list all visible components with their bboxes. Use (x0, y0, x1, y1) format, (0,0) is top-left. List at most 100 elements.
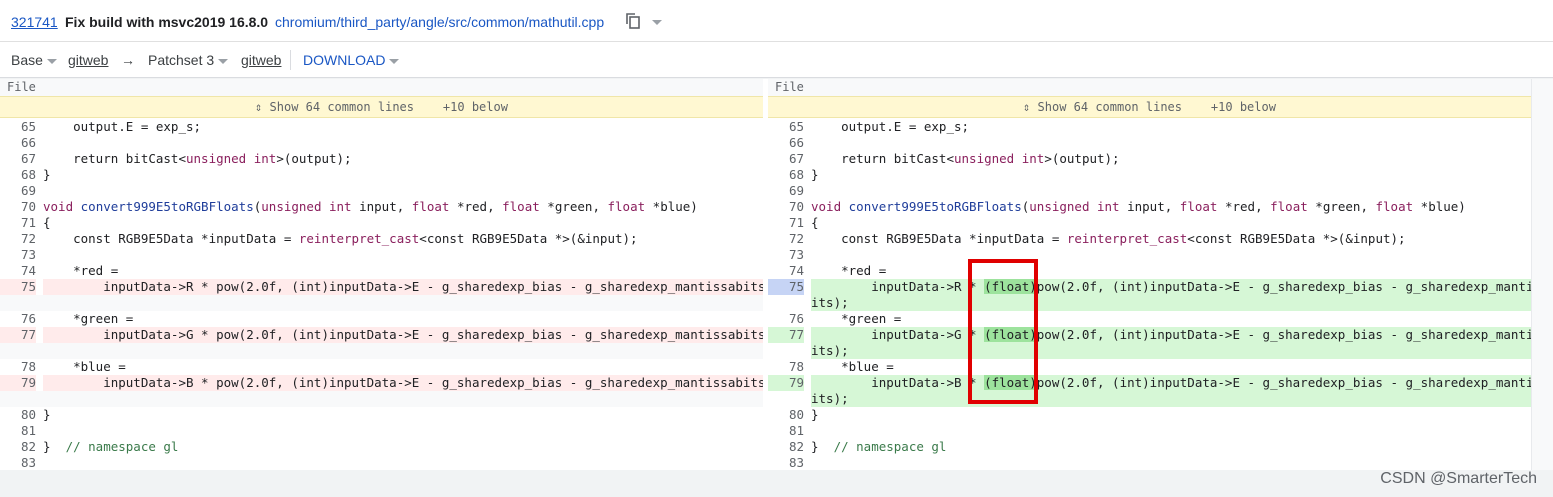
code-line-wrap: its); (811, 391, 1531, 407)
show-common-lines-button[interactable]: Show 64 common lines (1038, 100, 1183, 114)
line-number[interactable]: 67 (768, 151, 804, 167)
line-number[interactable]: 82 (768, 439, 804, 455)
line-number[interactable]: 79 (0, 375, 36, 391)
line-number[interactable]: 66 (0, 135, 36, 151)
line-number[interactable]: 75 (768, 279, 804, 295)
line-number[interactable]: 75 (0, 279, 36, 295)
diff-line: 68} (768, 167, 1531, 183)
line-number[interactable]: 83 (0, 455, 36, 470)
change-header: 321741 Fix build with msvc2019 16.8.0 ch… (0, 0, 1553, 42)
left-expand-common-lines[interactable]: ⇕ Show 64 common lines +10 below (0, 96, 763, 118)
line-number[interactable]: 71 (0, 215, 36, 231)
code-line: { (811, 215, 819, 230)
line-number[interactable]: 77 (0, 327, 36, 343)
side-by-side-diff: File ⇕ Show 64 common lines +10 below 65… (0, 79, 1531, 470)
base-gitweb-link[interactable]: gitweb (68, 51, 108, 69)
diff-line: 78 *blue = (768, 359, 1531, 375)
file-dropdown-chevron-icon[interactable] (652, 12, 662, 30)
right-expand-common-lines[interactable]: ⇕ Show 64 common lines +10 below (768, 96, 1531, 118)
line-number[interactable]: 76 (768, 311, 804, 327)
line-number[interactable]: 69 (0, 183, 36, 199)
line-number[interactable]: 81 (768, 423, 804, 439)
added-line-wrap: its); (768, 343, 1531, 359)
line-number[interactable]: 68 (768, 167, 804, 183)
line-number[interactable]: 66 (768, 135, 804, 151)
patchset-gitweb-link[interactable]: gitweb (241, 51, 281, 69)
line-number[interactable]: 81 (0, 423, 36, 439)
code-line: } (43, 167, 51, 182)
code-line: inputData->G * (float)pow(2.0f, (int)inp… (811, 327, 1531, 343)
code-line: *blue = (811, 359, 894, 374)
line-number[interactable]: 73 (768, 247, 804, 263)
diff-line: 82} // namespace gl (0, 439, 763, 455)
diff-line: 76 *green = (0, 311, 763, 327)
diff-line: 82 } // namespace gl (768, 439, 1531, 455)
line-number[interactable]: 78 (768, 359, 804, 375)
added-line: 79 inputData->B * (float)pow(2.0f, (int)… (768, 375, 1531, 391)
line-number[interactable]: 67 (0, 151, 36, 167)
download-button[interactable]: DOWNLOAD (303, 51, 400, 69)
line-number[interactable]: 74 (0, 263, 36, 279)
diff-line: 66 (0, 135, 763, 151)
diff-gap (0, 295, 763, 311)
diff-line: 72 const RGB9E5Data *inputData = reinter… (0, 231, 763, 247)
code-line: const RGB9E5Data *inputData = reinterpre… (811, 231, 1406, 246)
line-number[interactable]: 72 (0, 231, 36, 247)
diff-line: 83 (0, 455, 763, 470)
line-number[interactable]: 79 (768, 375, 804, 391)
line-number[interactable]: 71 (768, 215, 804, 231)
diff-line: 73 (0, 247, 763, 263)
line-number[interactable]: 83 (768, 455, 804, 470)
diff-line: 67 return bitCast<unsigned int>(output); (768, 151, 1531, 167)
line-number[interactable]: 82 (0, 439, 36, 455)
diff-line: 66 (768, 135, 1531, 151)
patchset-select[interactable]: Patchset 3 (148, 51, 229, 69)
line-number[interactable]: 80 (768, 407, 804, 423)
line-number[interactable]: 70 (768, 199, 804, 215)
code-line: void convert999E5toRGBFloats(unsigned in… (43, 199, 698, 214)
line-number[interactable]: 80 (0, 407, 36, 423)
code-line: output.E = exp_s; (43, 119, 202, 134)
removed-line: 77 inputData->G * pow(2.0f, (int)inputDa… (0, 327, 763, 343)
diff-line: 69 (768, 183, 1531, 199)
show-below-button[interactable]: +10 below (1211, 100, 1276, 114)
show-common-lines-button[interactable]: Show 64 common lines (270, 100, 415, 114)
copy-icon[interactable] (626, 13, 640, 33)
line-number[interactable]: 74 (768, 263, 804, 279)
code-line: return bitCast<unsigned int>(output); (43, 151, 352, 166)
vertical-scrollbar[interactable] (1531, 79, 1553, 470)
line-number[interactable]: 76 (0, 311, 36, 327)
line-number[interactable]: 68 (0, 167, 36, 183)
line-number[interactable]: 69 (768, 183, 804, 199)
show-below-button[interactable]: +10 below (443, 100, 508, 114)
right-diff-pane: File ⇕ Show 64 common lines +10 below 65… (768, 79, 1531, 470)
code-line: output.E = exp_s; (811, 119, 970, 134)
unfold-icon: ⇕ (1023, 100, 1031, 114)
line-number[interactable]: 72 (768, 231, 804, 247)
code-line: } (43, 407, 51, 422)
divider (290, 50, 291, 70)
base-select[interactable]: Base (11, 51, 57, 69)
code-line-wrap: its); (811, 295, 1531, 311)
diff-line: 83 (768, 455, 1531, 470)
file-path[interactable]: chromium/third_party/angle/src/common/ma… (275, 13, 604, 31)
line-number[interactable]: 73 (0, 247, 36, 263)
diff-line: 69 (0, 183, 763, 199)
left-diff-pane: File ⇕ Show 64 common lines +10 below 65… (0, 79, 763, 470)
line-number[interactable]: 77 (768, 327, 804, 343)
left-file-header: File (0, 79, 763, 96)
diff-line: 73 (768, 247, 1531, 263)
code-line: *red = (43, 263, 119, 278)
code-line: return bitCast<unsigned int>(output); (811, 151, 1120, 166)
line-number[interactable]: 70 (0, 199, 36, 215)
diff-line: 71 { (768, 215, 1531, 231)
code-line: inputData->R * (float)pow(2.0f, (int)inp… (811, 279, 1531, 295)
code-line: *green = (43, 311, 134, 326)
code-line: *red = (811, 263, 887, 278)
line-number[interactable]: 65 (0, 119, 36, 135)
diff-line: 78 *blue = (0, 359, 763, 375)
line-number[interactable]: 78 (0, 359, 36, 375)
change-number-link[interactable]: 321741 (11, 13, 58, 31)
code-line: } // namespace gl (811, 439, 947, 454)
line-number[interactable]: 65 (768, 119, 804, 135)
